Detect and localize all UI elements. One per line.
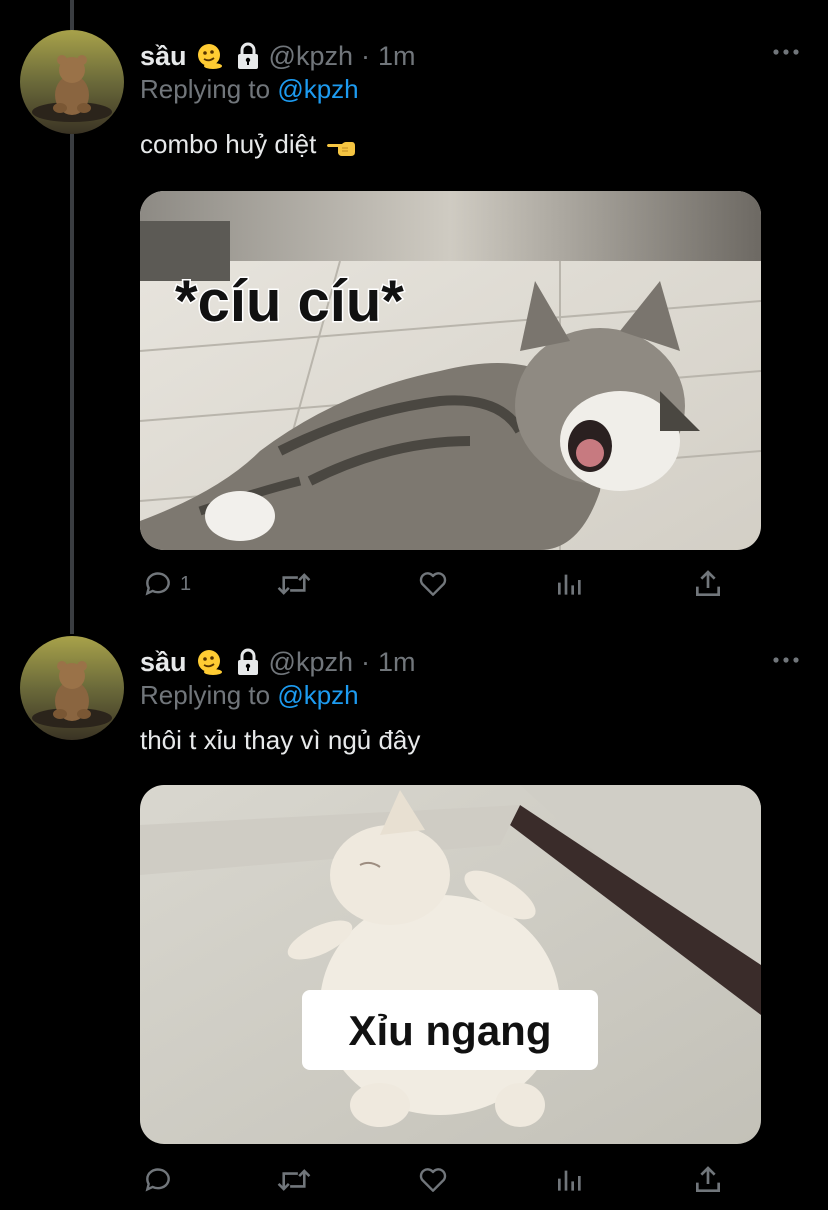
thread-connector — [70, 134, 74, 634]
username-handle[interactable]: @kpzh — [269, 41, 353, 72]
separator-dot: · — [360, 646, 370, 677]
tweet-image[interactable]: *cíu cíu* — [140, 191, 761, 550]
reply-icon — [145, 572, 170, 596]
share-button[interactable] — [692, 1160, 724, 1200]
reply-count: 1 — [180, 572, 192, 595]
replying-to: Replying to @kpzh — [140, 74, 798, 112]
separator-dot: · — [360, 40, 370, 71]
like-button[interactable] — [416, 1160, 450, 1200]
lock-icon — [235, 648, 261, 676]
melting-face-icon — [195, 42, 223, 70]
more-options-icon[interactable] — [772, 652, 800, 663]
mention-link[interactable]: @kpzh — [277, 680, 358, 710]
retweet-icon — [277, 573, 311, 595]
backhand-pointing-left-icon — [326, 131, 356, 157]
tweet-header: sầu @kpzh · 1m — [140, 38, 798, 74]
heart-icon — [419, 572, 447, 596]
more-options-icon[interactable] — [772, 44, 800, 55]
action-bar: 1 — [140, 564, 740, 604]
share-icon — [696, 570, 720, 596]
avatar[interactable] — [20, 30, 124, 134]
timestamp[interactable]: 1m — [378, 647, 416, 678]
analytics-button[interactable] — [554, 1160, 586, 1200]
tweet-image[interactable]: Xỉu ngang — [140, 785, 761, 1144]
tweet-text: combo huỷ diệt — [140, 124, 798, 164]
image-caption: Xỉu ngang — [349, 1007, 552, 1054]
tweet-text-body: thôi t xỉu thay vì ngủ đây — [140, 725, 421, 755]
lock-icon — [235, 42, 261, 70]
tweet-text-body: combo huỷ diệt — [140, 129, 317, 159]
retweet-button[interactable] — [276, 564, 312, 604]
replying-prefix: Replying to — [140, 74, 271, 104]
tweet-text: thôi t xỉu thay vì ngủ đây — [140, 720, 798, 760]
reply-button[interactable] — [142, 1160, 174, 1200]
avatar[interactable] — [20, 636, 124, 740]
reply-icon — [145, 1168, 170, 1192]
display-name[interactable]: sầu — [140, 647, 187, 678]
mention-link[interactable]: @kpzh — [277, 74, 358, 104]
replying-prefix: Replying to — [140, 680, 271, 710]
share-button[interactable] — [692, 564, 724, 604]
display-name[interactable]: sầu — [140, 41, 187, 72]
like-button[interactable] — [416, 564, 450, 604]
thread-connector-top — [70, 0, 74, 30]
analytics-icon — [558, 1170, 581, 1191]
timestamp[interactable]: 1m — [378, 41, 416, 72]
analytics-icon — [558, 574, 581, 595]
replying-to: Replying to @kpzh — [140, 680, 798, 718]
username-handle[interactable]: @kpzh — [269, 647, 353, 678]
image-caption: *cíu cíu* — [175, 269, 404, 334]
action-bar — [140, 1160, 740, 1200]
retweet-icon — [277, 1169, 311, 1191]
melting-face-icon — [195, 648, 223, 676]
heart-icon — [419, 1168, 447, 1192]
analytics-button[interactable] — [554, 564, 586, 604]
reply-button[interactable]: 1 — [142, 564, 191, 604]
share-icon — [696, 1166, 720, 1192]
tweet-header: sầu @kpzh · 1m — [140, 644, 798, 680]
retweet-button[interactable] — [276, 1160, 312, 1200]
